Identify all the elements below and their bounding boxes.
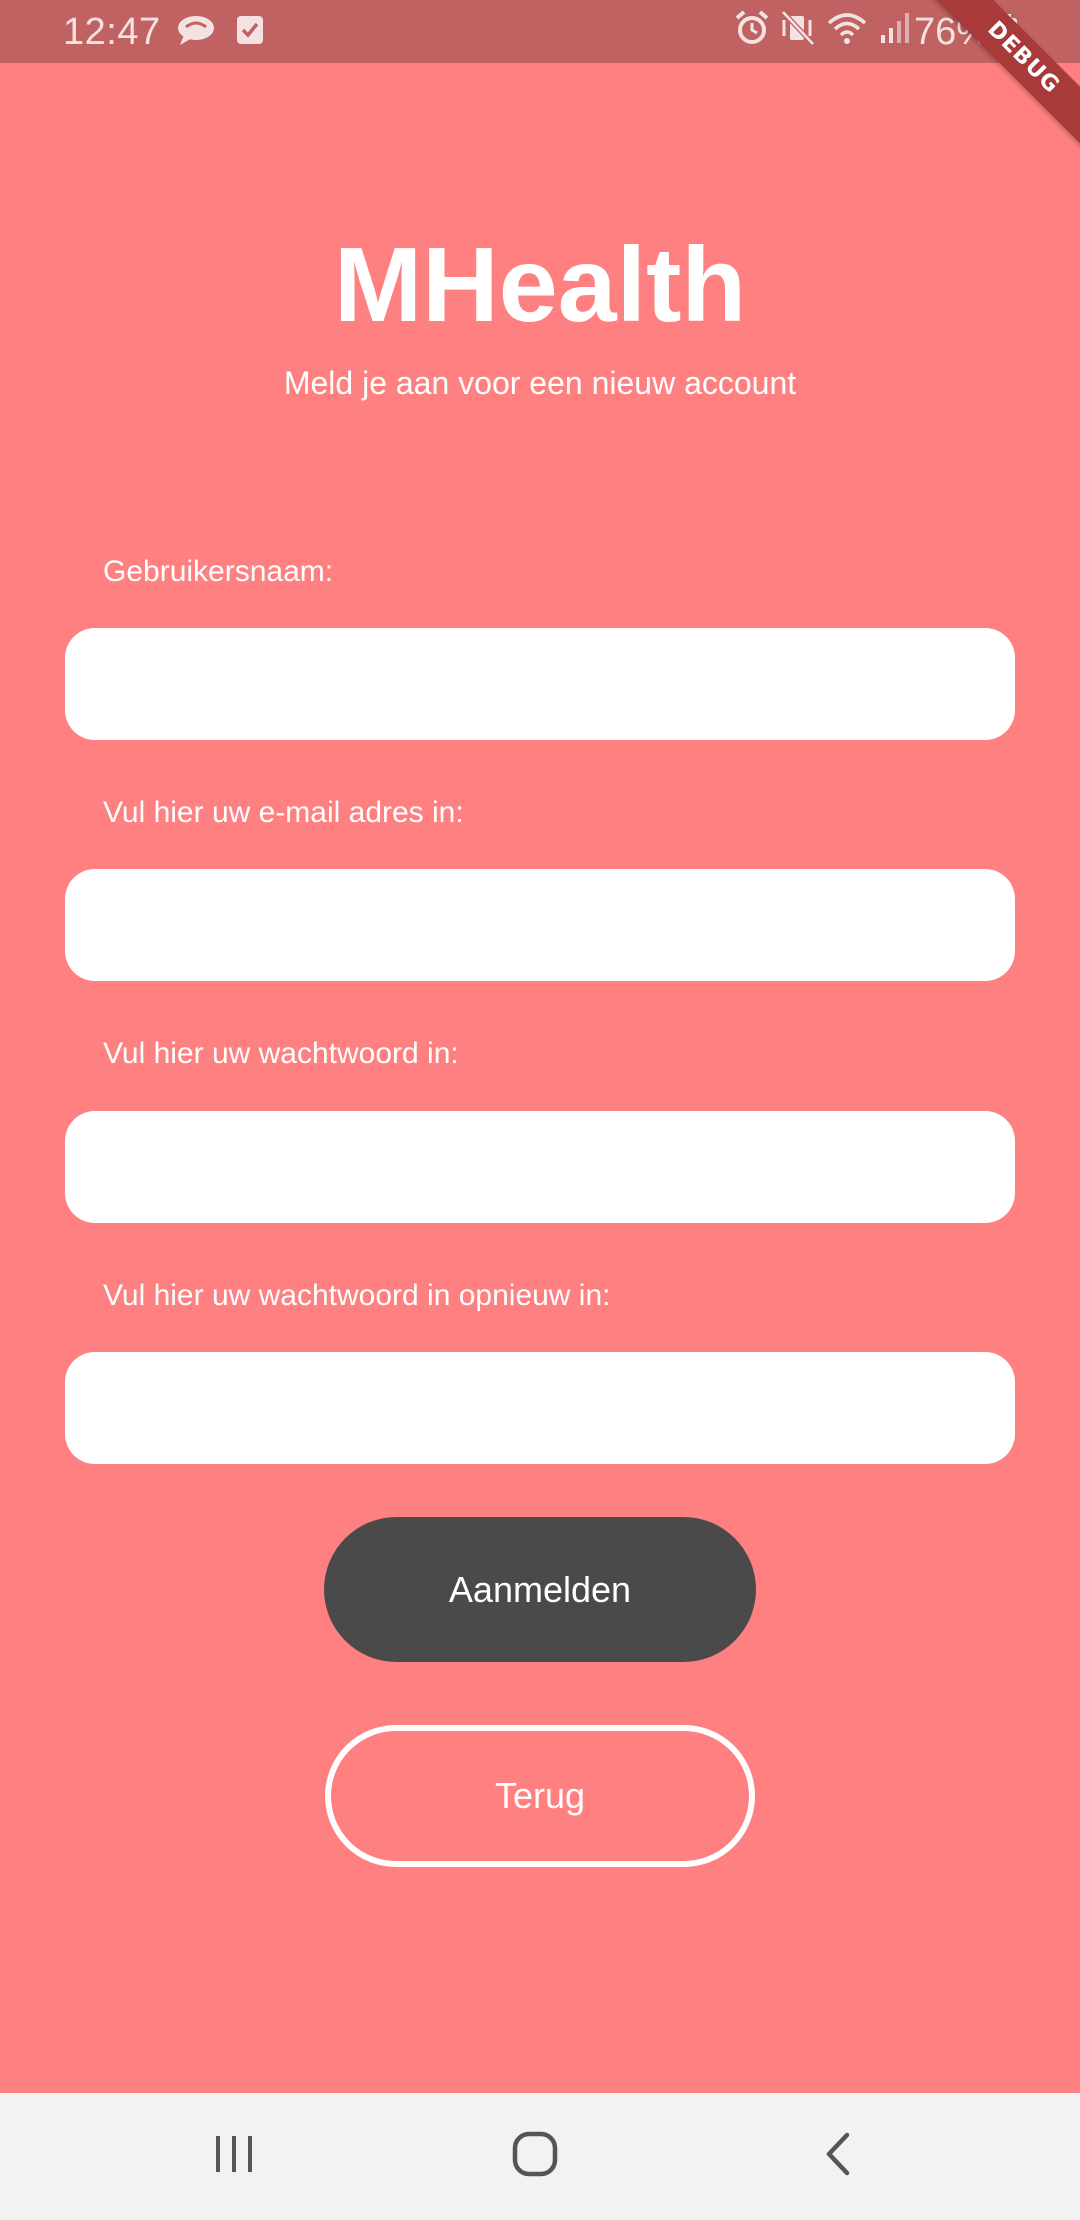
home-button[interactable]	[435, 2093, 635, 2220]
username-input[interactable]	[65, 628, 1015, 740]
task-check-icon	[236, 15, 264, 50]
back-icon	[823, 2131, 853, 2182]
email-label: Vul hier uw e-mail adres in:	[103, 796, 464, 829]
email-input[interactable]	[65, 869, 1015, 981]
password-confirm-label: Vul hier uw wachtwoord in opnieuw in:	[103, 1279, 611, 1312]
nav-back-button[interactable]	[738, 2093, 938, 2220]
password-input[interactable]	[65, 1111, 1015, 1223]
status-time: 12:47	[63, 11, 161, 53]
recent-apps-icon	[212, 2134, 256, 2179]
messaging-icon	[176, 13, 216, 52]
password-label: Vul hier uw wachtwoord in:	[103, 1037, 459, 1070]
signal-icon	[879, 11, 911, 50]
recent-apps-button[interactable]	[134, 2093, 334, 2220]
home-icon	[512, 2131, 558, 2182]
system-nav-bar	[0, 2093, 1080, 2220]
app-title: MHealth	[333, 226, 747, 344]
status-bar: 12:47 76%	[0, 0, 1080, 63]
register-button[interactable]: Aanmelden	[324, 1517, 756, 1662]
alarm-icon	[735, 10, 769, 51]
app-subtitle: Meld je aan voor een nieuw account	[283, 365, 797, 401]
status-left-icons	[176, 13, 264, 52]
status-right-icons	[735, 10, 911, 51]
username-label: Gebruikersnaam:	[103, 555, 334, 588]
password-confirm-input[interactable]	[65, 1352, 1015, 1464]
wifi-icon	[827, 11, 867, 50]
mute-vibrate-icon	[781, 10, 815, 51]
back-button[interactable]: Terug	[325, 1725, 755, 1867]
